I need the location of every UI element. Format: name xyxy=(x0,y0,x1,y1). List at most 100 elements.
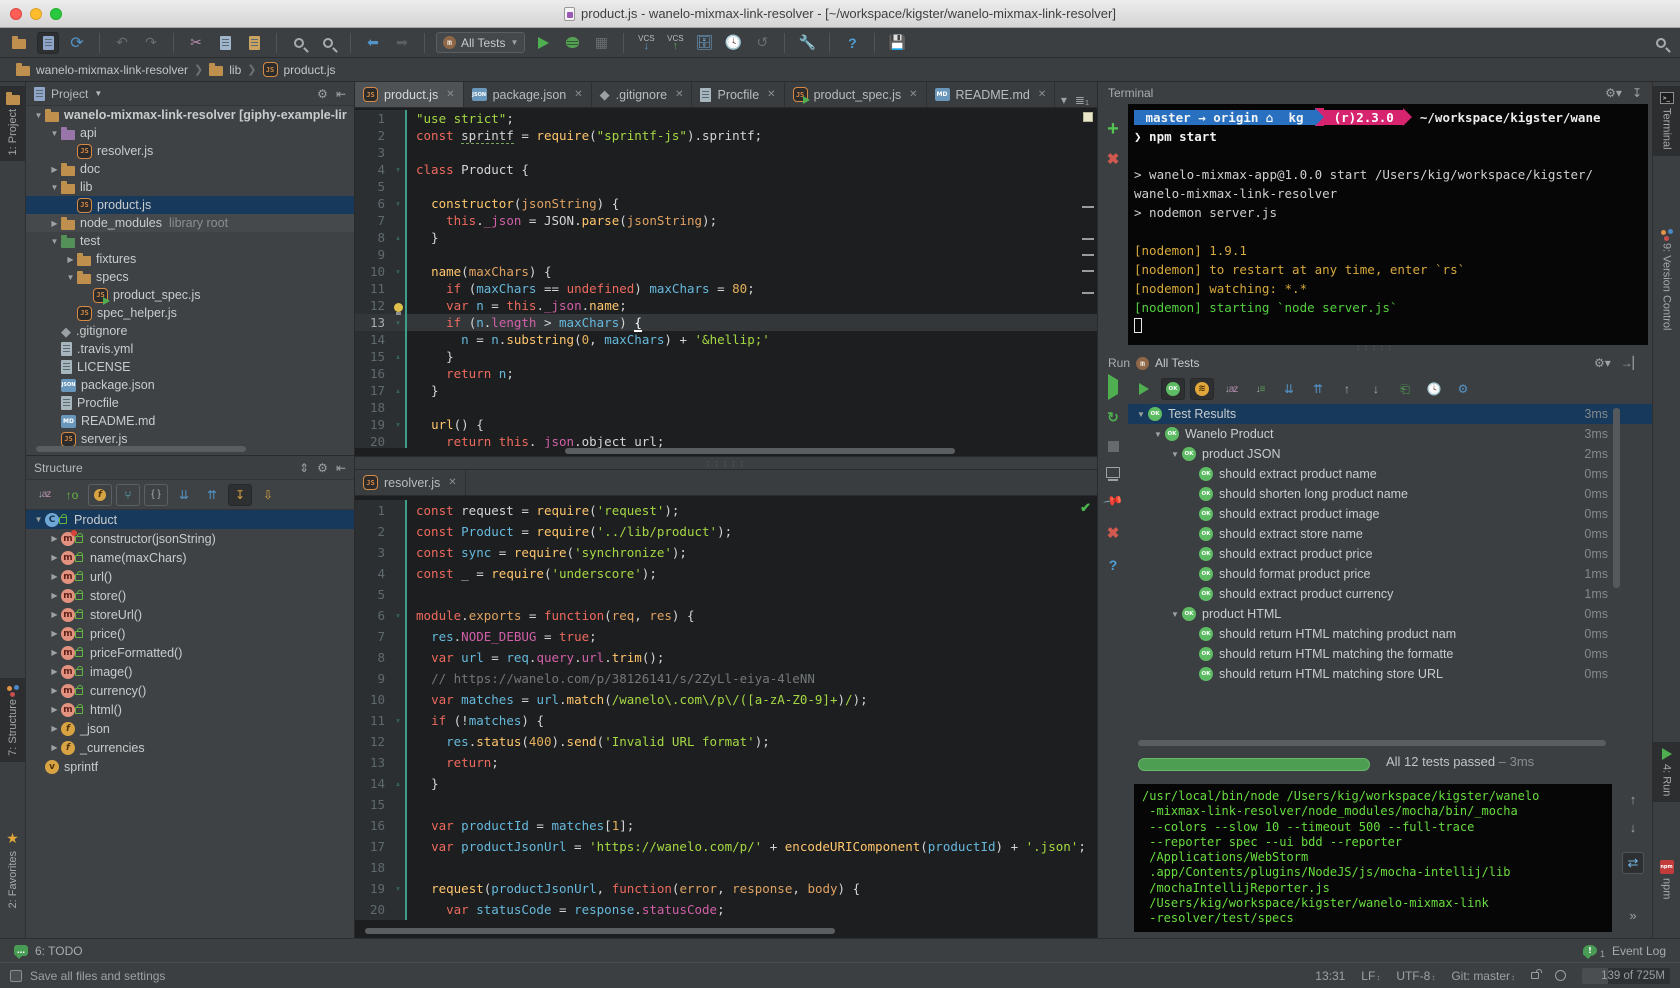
test-result-row[interactable]: ▼OKWanelo Product3ms xyxy=(1128,424,1652,444)
tree-arrow-icon[interactable]: ▼ xyxy=(1134,410,1148,419)
structure-tree-row[interactable]: ▶mhtml() xyxy=(26,700,354,719)
test-result-row[interactable]: OKshould return HTML matching store URL0… xyxy=(1128,664,1652,684)
structure-tree-row[interactable]: ▶mname(maxChars) xyxy=(26,548,354,567)
tab-list-dropdown-icon[interactable]: ▾ xyxy=(1061,93,1067,107)
intention-bulb-icon[interactable] xyxy=(391,297,405,314)
project-tree-row[interactable]: JSproduct_spec.js xyxy=(26,286,354,304)
close-icon[interactable]: ✖ xyxy=(1107,524,1120,542)
vcs-branch-select[interactable]: Git: master↕ xyxy=(1451,969,1515,983)
structure-tree-row[interactable]: ▶mstoreUrl() xyxy=(26,605,354,624)
project-tree-row[interactable]: ▶fixtures xyxy=(26,250,354,268)
navigate-back-icon[interactable]: ⬅ xyxy=(362,32,384,54)
tree-arrow-icon[interactable]: ▶ xyxy=(48,591,61,600)
close-tab-icon[interactable]: ✕ xyxy=(1038,89,1046,100)
stop-icon[interactable] xyxy=(1108,441,1119,452)
next-failed-icon[interactable]: ↓ xyxy=(1364,378,1388,400)
project-tree-row[interactable]: Procfile xyxy=(26,394,354,412)
terminal-settings-icon[interactable]: ⚙▾ xyxy=(1605,86,1622,100)
minimize-panel-icon[interactable]: ↧ xyxy=(1632,86,1642,100)
close-tab-icon[interactable]: ✕ xyxy=(448,477,456,488)
editor-layout-icon[interactable]: ≣₁ xyxy=(1075,93,1089,107)
tree-arrow-icon[interactable]: ▶ xyxy=(48,534,61,543)
search-everywhere-icon[interactable] xyxy=(1650,32,1672,54)
test-result-row[interactable]: OKshould return HTML matching the format… xyxy=(1128,644,1652,664)
fold-marker-icon[interactable]: ▿ xyxy=(391,161,405,178)
breadcrumb-item[interactable]: lib xyxy=(209,63,241,77)
tree-arrow-icon[interactable]: ▶ xyxy=(48,165,61,174)
test-tree-vscrollbar[interactable] xyxy=(1613,408,1620,588)
editor-product-js[interactable]: 1"use strict";2const sprintf = require("… xyxy=(355,108,1097,448)
zoom-window-button[interactable] xyxy=(50,8,62,20)
sort-alpha-icon[interactable]: ↓az xyxy=(32,484,56,506)
synchronize-icon[interactable]: ⟳ xyxy=(66,32,88,54)
editor-hscrollbar[interactable] xyxy=(365,928,835,934)
tree-arrow-icon[interactable]: ▼ xyxy=(32,515,45,524)
close-tab-icon[interactable]: ✕ xyxy=(574,89,582,100)
sort-alpha-icon[interactable]: ↓az xyxy=(1219,378,1243,400)
save-all-icon[interactable] xyxy=(37,32,59,54)
show-fields-toggle[interactable]: f xyxy=(88,484,112,506)
editor-hscrollbar[interactable] xyxy=(565,448,955,454)
cut-icon[interactable]: ✂ xyxy=(185,32,207,54)
vcs-shelve-icon[interactable]: 🗄 xyxy=(693,32,715,54)
checkbox-icon[interactable] xyxy=(10,970,22,982)
vcs-update-icon[interactable]: VCS↓ xyxy=(635,32,657,54)
tool-window-button-terminal[interactable]: >_Terminal xyxy=(1653,86,1680,156)
show-ignored-toggle[interactable]: ≋ xyxy=(1190,378,1214,400)
tree-arrow-icon[interactable]: ▶ xyxy=(48,705,61,714)
soft-wrap-toggle[interactable]: ⇄ xyxy=(1622,852,1644,874)
export-settings-icon[interactable]: 💾 xyxy=(886,32,908,54)
structure-tree-row[interactable]: ▶mstore() xyxy=(26,586,354,605)
open-folder-icon[interactable] xyxy=(8,32,30,54)
structure-tree-row[interactable]: ▶mimage() xyxy=(26,662,354,681)
editor-resolver-js[interactable]: 1const request = require('request');2con… xyxy=(355,496,1097,926)
breadcrumb-item[interactable]: JSproduct.js xyxy=(263,62,336,77)
fold-marker-icon[interactable]: ▿ xyxy=(391,416,405,433)
test-history-icon[interactable]: 🕓 xyxy=(1422,378,1446,400)
inspection-indicator[interactable] xyxy=(1083,112,1093,122)
project-tree-row[interactable]: ▶node_moduleslibrary root xyxy=(26,214,354,232)
tree-arrow-icon[interactable]: ▶ xyxy=(48,572,61,581)
close-tab-icon[interactable]: ✕ xyxy=(767,89,775,100)
toggle-console-icon[interactable] xyxy=(1106,467,1120,478)
tree-arrow-icon[interactable]: ▶ xyxy=(48,648,61,657)
editor-splitter[interactable]: : : : : : xyxy=(355,456,1097,470)
help-icon[interactable]: ? xyxy=(1109,557,1118,573)
test-result-row[interactable]: OKshould return HTML matching product na… xyxy=(1128,624,1652,644)
tree-arrow-icon[interactable]: ▶ xyxy=(48,553,61,562)
editor-tab-README-md[interactable]: MDREADME.md✕ xyxy=(927,82,1056,107)
autoscroll-to-source-toggle[interactable]: ↧ xyxy=(228,484,252,506)
editor-tab-package-json[interactable]: JSONpackage.json✕ xyxy=(464,82,592,107)
autoscroll-from-source-toggle[interactable]: ⇩ xyxy=(256,484,280,506)
tree-arrow-icon[interactable]: ▶ xyxy=(48,686,61,695)
rollback-icon[interactable]: ↺ xyxy=(751,32,773,54)
editor-tab-resolver-js[interactable]: JSresolver.js✕ xyxy=(355,470,466,495)
tree-arrow-icon[interactable]: ▶ xyxy=(48,667,61,676)
test-result-row[interactable]: OKshould extract product image0ms xyxy=(1128,504,1652,524)
structure-tree-row[interactable]: ▶murl() xyxy=(26,567,354,586)
structure-tree-row[interactable]: ▶f_currencies xyxy=(26,738,354,757)
rerun-icon[interactable] xyxy=(1108,380,1118,394)
tree-arrow-icon[interactable]: ▼ xyxy=(48,183,61,192)
close-tab-icon[interactable]: ✕ xyxy=(675,89,683,100)
sort-by-duration-icon[interactable]: ↓≡ xyxy=(1248,378,1272,400)
coverage-icon[interactable]: ▦ xyxy=(590,32,612,54)
test-result-row[interactable]: OKshould format product price1ms xyxy=(1128,564,1652,584)
structure-tree-row[interactable]: ▶f_json xyxy=(26,719,354,738)
fold-marker-icon[interactable]: ▵ xyxy=(391,348,405,365)
rerun-tests-icon[interactable] xyxy=(1132,378,1156,400)
tree-arrow-icon[interactable]: ▶ xyxy=(48,610,61,619)
tree-arrow-icon[interactable]: ▼ xyxy=(1168,610,1182,619)
jump-to-end-icon[interactable]: » xyxy=(1622,904,1644,926)
sort-visibility-icon[interactable]: ↑o xyxy=(60,484,84,506)
import-test-results-icon[interactable]: ⎗ xyxy=(1393,378,1417,400)
run-console[interactable]: /usr/local/bin/node /Users/kig/workspace… xyxy=(1134,784,1612,932)
hide-panel-icon[interactable]: ⇤ xyxy=(336,461,346,475)
hector-inspections-icon[interactable] xyxy=(1555,970,1566,981)
help-icon[interactable]: ? xyxy=(841,32,863,54)
structure-settings-icon[interactable]: ⚙ xyxy=(317,461,328,475)
show-passed-toggle[interactable]: OK xyxy=(1161,378,1185,400)
project-tree-row[interactable]: ▼api xyxy=(26,124,354,142)
expand-all-icon[interactable]: ⇊ xyxy=(172,484,196,506)
project-tree-row[interactable]: LICENSE xyxy=(26,358,354,376)
